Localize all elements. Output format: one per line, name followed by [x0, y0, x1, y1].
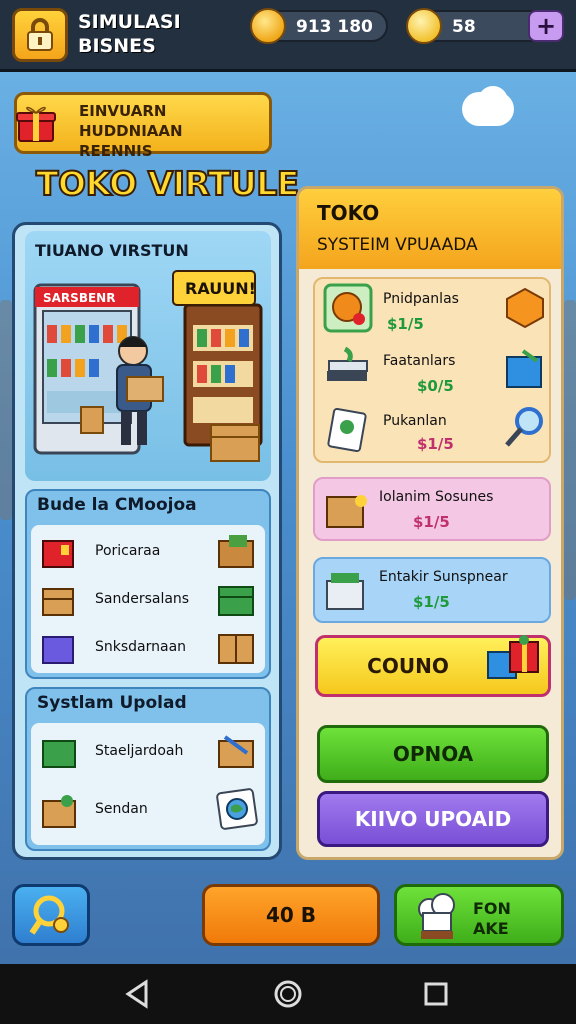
background-shelf [0, 300, 12, 520]
background-shelf [564, 300, 576, 600]
system-nav-bar [0, 964, 576, 1024]
search-icon [29, 895, 69, 935]
box-icon [218, 735, 254, 768]
product-price: $0/5 [417, 377, 454, 395]
list-item-label: Sendan [95, 801, 148, 817]
supply-list: Poricaraa Sandersalans Snksdarnaan [31, 525, 265, 673]
purple-box-icon [42, 636, 74, 664]
list-item[interactable]: Sendan [39, 788, 263, 833]
home-icon[interactable] [272, 978, 304, 1010]
card-icon [327, 407, 367, 453]
opnoa-button[interactable]: OPNOA [317, 725, 549, 783]
upload-button[interactable]: KIIVO UPOAID [317, 791, 549, 847]
coin-counter[interactable]: 913 180 [250, 8, 388, 44]
product-name: Iolanim Sosunes [379, 489, 494, 505]
crate-icon [326, 573, 364, 610]
shop-subtitle: SYSTEIM VPUAADA [317, 235, 478, 255]
upload-button-label: KIIVO UPOAID [354, 807, 512, 831]
app-title: SIMULASI BISNES [78, 11, 181, 57]
product-price: $1/5 [417, 435, 454, 453]
box-icon [42, 588, 74, 616]
scene-sign: SARSBENR [43, 291, 115, 305]
magnifier-icon [505, 407, 543, 447]
list-item-label: Staeljardoah [95, 743, 184, 759]
coin-icon [250, 8, 286, 44]
box-icon [218, 535, 254, 568]
orange-cube-icon [506, 287, 544, 329]
list-item-label: Sandersalans [95, 591, 190, 607]
system-upload-list: Staeljardoah Sendan [31, 723, 265, 845]
store-scene: TIUANO VIRSTUN SARSBENR RAUUN! [25, 231, 271, 481]
gem-counter[interactable]: 58 + [406, 8, 564, 44]
top-bar: SIMULASI BISNES 913 180 58 + [0, 0, 576, 72]
event-banner[interactable]: EINVUARN HUDDNIAAN REENNIS [14, 92, 272, 160]
coin-amount: 913 180 [296, 17, 373, 37]
couno-button[interactable]: COUNO [315, 635, 551, 697]
back-icon[interactable] [122, 978, 154, 1010]
supply-card: Bude la CMoojoa Poricaraa Sandersalans S… [25, 489, 271, 679]
product-price: $1/5 [387, 315, 424, 333]
opnoa-button-label: OPNOA [392, 742, 474, 766]
product-name: Pukanlan [383, 413, 447, 429]
box-icon [218, 634, 254, 664]
list-item-label: Poricaraa [95, 543, 161, 559]
bake-button[interactable]: FON AKE [394, 884, 564, 946]
coin-stack-icon [406, 8, 442, 44]
product-price: $1/5 [413, 593, 450, 611]
supply-card-title: Bude la CMoojoa [37, 495, 197, 515]
product-card-pink[interactable]: Iolanim Sosunes $1/5 [313, 477, 551, 541]
gem-amount: 58 [452, 17, 476, 37]
list-item-label: Snksdarnaan [95, 639, 187, 655]
search-button[interactable] [12, 884, 90, 946]
box-icon [42, 795, 76, 828]
green-box-icon [218, 586, 254, 616]
cash-button-label: 40 B [265, 903, 317, 927]
store-scene-panel: TIUANO VIRSTUN SARSBENR RAUUN! Bude la C… [12, 222, 282, 860]
recents-icon[interactable] [420, 978, 452, 1010]
shop-title: TOKO [317, 201, 380, 225]
product-card-blue[interactable]: Entakir Sunspnear $1/5 [313, 557, 551, 623]
lock-button[interactable] [12, 8, 68, 62]
lock-icon [27, 18, 53, 51]
product-name: Faatanlars [383, 353, 456, 369]
product-row[interactable]: Faatanlars $0/5 [319, 343, 549, 403]
add-currency-button[interactable]: + [528, 10, 564, 42]
list-item[interactable]: Staeljardoah [39, 731, 263, 775]
event-banner-text: EINVUARN HUDDNIAAN REENNIS [79, 102, 183, 160]
blue-box-icon [506, 349, 542, 388]
store-heading: TOKO VIRTULE [35, 163, 300, 204]
bake-button-label: FON AKE [473, 899, 511, 938]
store-illustration: SARSBENR RAUUN! [33, 270, 263, 462]
book-stack-icon [327, 346, 368, 381]
product-row[interactable]: Pnidpanlas $1/5 [319, 281, 549, 341]
gift-icon [16, 106, 56, 142]
gift-box-icon [487, 635, 539, 679]
system-upload-card: Systlam Upolad Staeljardoah Sendan [25, 687, 271, 851]
red-box-icon [42, 540, 74, 568]
list-item[interactable]: Sandersalans [39, 579, 263, 623]
shop-panel: TOKO SYSTEIM VPUAADA Pnidpanlas $1/5 Faa… [296, 186, 564, 860]
couno-button-label: COUNO [367, 654, 449, 678]
scene-bubble: RAUUN! [185, 279, 256, 298]
product-name: Entakir Sunspnear [379, 569, 508, 585]
product-row[interactable]: Pukanlan $1/5 [319, 403, 549, 463]
green-box-icon [42, 740, 76, 768]
scene-title: TIUANO VIRSTUN [35, 241, 189, 260]
product-price: $1/5 [413, 513, 450, 531]
list-item[interactable]: Poricaraa [39, 531, 263, 575]
system-upload-title: Systlam Upolad [37, 693, 187, 713]
product-name: Pnidpanlas [383, 291, 459, 307]
box-icon [326, 495, 367, 528]
cash-button[interactable]: 40 B [202, 884, 380, 946]
chef-hat-icon [418, 893, 455, 939]
fruit-icon [323, 283, 373, 333]
background-cloud [478, 86, 508, 116]
list-item[interactable]: Snksdarnaan [39, 627, 263, 671]
shop-header: TOKO SYSTEIM VPUAADA [299, 189, 561, 269]
product-group: Pnidpanlas $1/5 Faatanlars $0/5 Pukanlan… [313, 277, 551, 463]
globe-card-icon [216, 788, 258, 830]
